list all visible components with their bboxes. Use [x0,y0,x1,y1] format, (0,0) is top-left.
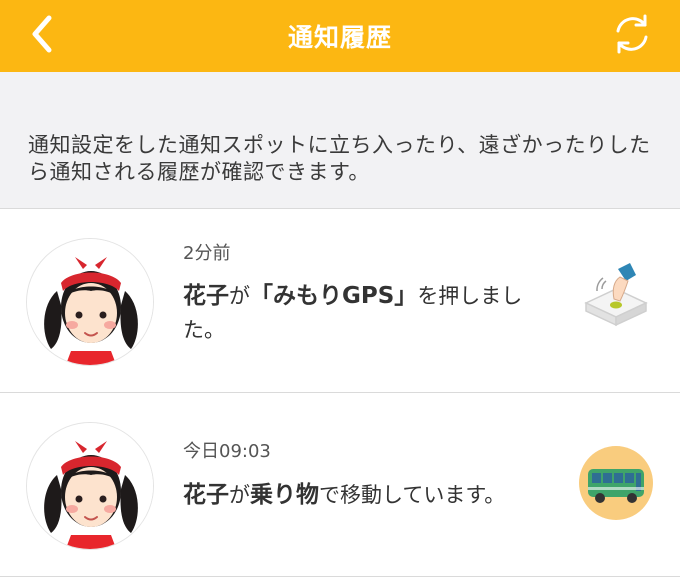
page-title: 通知履歴 [287,23,392,52]
avatar [26,238,154,366]
notification-item[interactable]: 今日09:03 花子が乗り物で移動しています。 [0,393,680,577]
message-keyword: 乗り物 [250,482,319,508]
refresh-button[interactable] [608,10,656,58]
message-particle: が [229,483,250,507]
notification-time: 2分前 [183,243,231,264]
chevron-left-icon [32,15,52,53]
back-button[interactable] [22,14,62,54]
notification-message: 花子が乗り物で移動しています。 [183,478,563,512]
header-bar: 通知履歴 [0,0,680,72]
message-rest: で移動しています。 [319,483,506,507]
child-name: 花子 [183,482,229,508]
notification-time: 今日09:03 [183,441,271,462]
girl-avatar-icon [27,239,153,365]
message-keyword: 「みもりGPS」 [250,283,418,309]
button-press-icon [578,259,654,335]
girl-avatar-icon [27,423,153,549]
intro-section: 通知設定をした通知スポットに立ち入ったり、遠ざかったりしたら通知される履歴が確認… [0,72,680,209]
intro-text: 通知設定をした通知スポットに立ち入ったり、遠ざかったりしたら通知される履歴が確認… [28,133,651,184]
avatar [26,422,154,550]
message-particle: が [229,284,250,308]
notification-item[interactable]: 2分前 花子が「みもりGPS」を押しました。 [0,209,680,393]
notification-message: 花子が「みもりGPS」を押しました。 [183,279,563,347]
child-name: 花子 [183,283,229,309]
bus-icon [578,445,654,521]
refresh-icon [616,14,648,54]
